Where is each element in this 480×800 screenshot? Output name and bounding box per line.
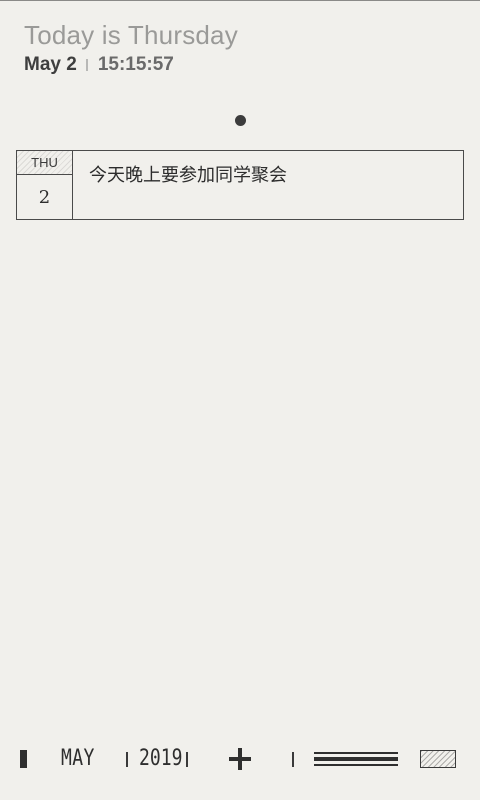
page-title: Today is Thursday — [24, 20, 238, 50]
plus-icon[interactable] — [229, 748, 251, 770]
event-day-number: 2 — [38, 186, 51, 208]
current-datetime: May 2 15:15:57 — [24, 54, 174, 76]
hatched-box-icon[interactable] — [420, 750, 456, 768]
menu-block-icon[interactable] — [20, 750, 27, 768]
event-date-box: THU 2 — [17, 151, 73, 219]
page-indicator-dot — [235, 115, 246, 126]
toolbar-divider — [186, 752, 188, 767]
event-card[interactable]: THU 2 今天晚上要参加同学聚会 — [16, 150, 464, 220]
current-date: May 2 — [24, 54, 77, 75]
event-weekday: THU — [17, 151, 72, 175]
year-selector[interactable]: 2019 — [139, 746, 182, 771]
toolbar-divider — [126, 752, 128, 767]
bottom-toolbar: MAY 2019 — [0, 740, 480, 780]
current-time: 15:15:57 — [97, 54, 174, 75]
datetime-separator — [85, 59, 88, 71]
toolbar-divider — [292, 752, 294, 767]
month-selector[interactable]: MAY — [61, 746, 95, 771]
top-divider — [0, 0, 480, 1]
lines-icon[interactable] — [314, 752, 398, 766]
event-text: 今天晚上要参加同学聚会 — [89, 165, 287, 186]
